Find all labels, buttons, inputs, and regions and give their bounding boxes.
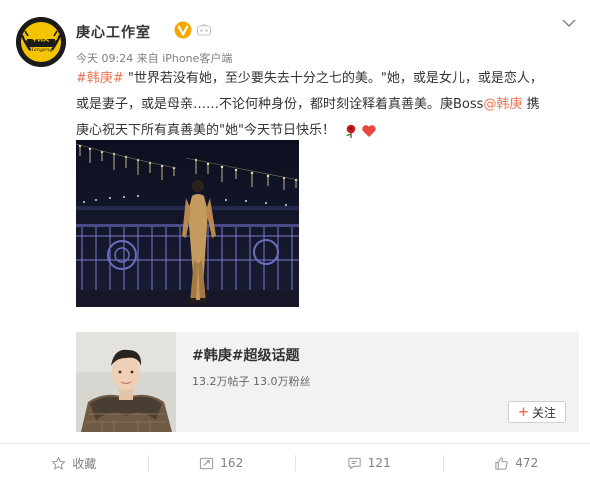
like-count: 472 xyxy=(515,456,538,470)
topic-title[interactable]: #韩庚#超级话题 xyxy=(192,345,299,365)
thumbs-up-icon xyxy=(494,456,509,471)
comment-icon xyxy=(347,456,362,471)
logo-subtext: Hangeng xyxy=(28,47,52,53)
topic-stats: 13.2万帖子 13.0万粉丝 xyxy=(192,373,310,389)
follow-button[interactable]: + 关注 xyxy=(508,401,566,423)
photo-image xyxy=(76,140,299,307)
like-button[interactable]: 472 xyxy=(443,444,590,482)
post-text-segment: "世界若没有她，至少要失去十分之七的美。"她，或是女儿，或是恋人， xyxy=(124,71,543,86)
post-photo[interactable] xyxy=(76,140,299,307)
post-meta[interactable]: 今天 09:24 来自 iPhone客户端 xyxy=(76,50,232,66)
follow-label: 关注 xyxy=(532,404,556,421)
post-text-segment: 携 xyxy=(522,97,539,112)
super-topic-card[interactable]: #韩庚#超级话题 13.2万帖子 13.0万粉丝 + 关注 xyxy=(76,332,579,432)
favorite-label: 收藏 xyxy=(72,455,96,472)
comment-button[interactable]: 121 xyxy=(295,444,443,482)
author-avatar[interactable]: 韩庚 Hangeng xyxy=(16,17,66,67)
repost-count: 162 xyxy=(220,456,243,470)
author-logo-icon: 韩庚 Hangeng xyxy=(16,17,66,67)
logo-text: 韩庚 xyxy=(32,32,50,43)
comment-count: 121 xyxy=(368,456,391,470)
topic-portrait-image xyxy=(76,332,176,432)
repost-icon xyxy=(199,456,214,471)
mention-link[interactable]: @韩庚 xyxy=(483,97,522,112)
post-text-segment: 或是妻子，或是母亲……不论何种身份，都时刻诠释着真善美。庚Boss xyxy=(76,97,483,112)
plus-icon: + xyxy=(518,405,529,420)
chevron-down-icon[interactable] xyxy=(561,17,577,29)
hashtag-link[interactable]: #韩庚# xyxy=(76,71,124,86)
repost-button[interactable]: 162 xyxy=(148,444,296,482)
topic-image xyxy=(76,332,176,432)
heart-emoji-icon xyxy=(361,123,377,139)
star-icon xyxy=(51,456,66,471)
favorite-button[interactable]: 收藏 xyxy=(0,444,148,482)
member-icon[interactable] xyxy=(197,24,211,36)
rose-emoji-icon xyxy=(343,123,359,139)
author-name[interactable]: 庚心工作室 xyxy=(76,22,151,42)
post-text-line-1: #韩庚# "世界若没有她，至少要失去十分之七的美。"她，或是女儿，或是恋人， xyxy=(76,66,581,92)
verified-badge-icon xyxy=(174,21,192,39)
post-text: #韩庚# "世界若没有她，至少要失去十分之七的美。"她，或是女儿，或是恋人， 或… xyxy=(76,66,581,144)
action-bar: 收藏 162 121 472 xyxy=(0,443,590,482)
weibo-post-card: 韩庚 Hangeng 庚心工作室 今天 09:24 来自 iPhone客户端 #… xyxy=(0,0,590,481)
post-text-line-2: 或是妻子，或是母亲……不论何种身份，都时刻诠释着真善美。庚Boss@韩庚 携 xyxy=(76,92,581,118)
